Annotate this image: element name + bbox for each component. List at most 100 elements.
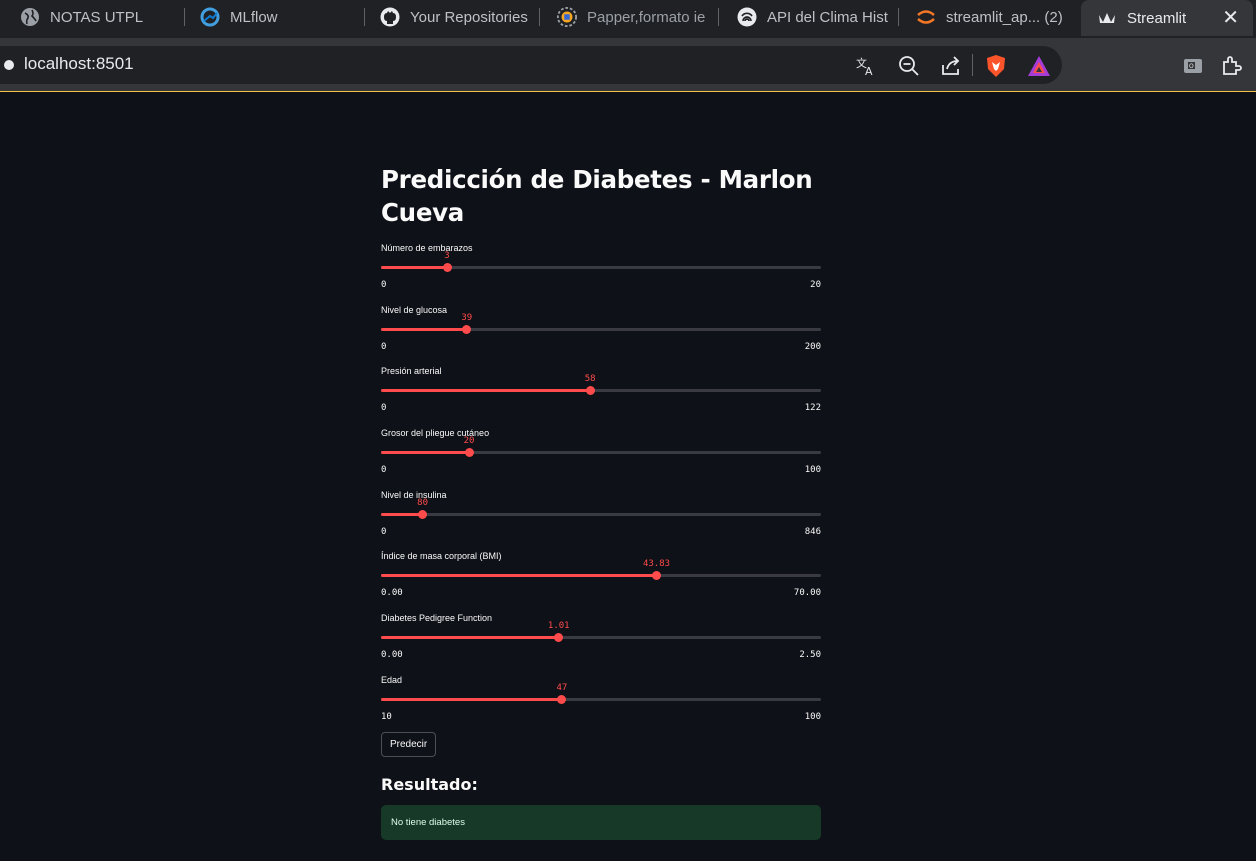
tab-papper-formato[interactable]: Papper,formato ie	[557, 0, 719, 34]
github-icon	[380, 7, 400, 27]
tab-separator	[184, 8, 185, 26]
slider-thumb[interactable]	[652, 571, 661, 581]
slider-track[interactable]: 80	[381, 498, 821, 519]
page-title: Predicción de Diabetes - Marlon Cueva	[381, 165, 813, 227]
slider-value: 1.01	[547, 621, 570, 632]
slider-min: 0	[381, 341, 387, 352]
slider-max: 2.50	[799, 650, 821, 661]
slider-fill	[381, 327, 467, 331]
slider-track[interactable]: 47	[381, 683, 821, 704]
zoom-out-icon[interactable]	[897, 54, 921, 78]
slider-fill	[381, 512, 423, 516]
slider-fill	[381, 636, 559, 640]
slider-thumb[interactable]	[554, 633, 564, 643]
slider-2: Presión arterial 58 0 122	[381, 366, 821, 428]
slider-label: Presión arterial	[381, 366, 442, 377]
slider-thumb[interactable]	[442, 263, 452, 272]
tab-title: Streamlit	[1127, 9, 1187, 27]
slider-fill	[381, 266, 447, 269]
slider-track[interactable]: 39	[381, 313, 821, 334]
tab-title: API del Clima Hist	[767, 8, 888, 26]
slider-label: Diabetes Pedigree Function	[381, 613, 493, 624]
slider-fill	[381, 697, 562, 701]
site-info-icon[interactable]	[4, 60, 14, 70]
slider-max: 100	[804, 465, 821, 476]
tab-title: Papper,formato ie	[587, 8, 706, 26]
browser-tab-bar: NOTAS UTPL MLflow Your Repositories Papp…	[0, 0, 1256, 38]
slider-fill	[381, 574, 657, 578]
slider-track[interactable]: 43.83	[381, 559, 821, 581]
slider-thumb[interactable]	[557, 694, 567, 704]
slider-min: 0	[381, 465, 387, 476]
slider-thumb[interactable]	[462, 324, 472, 334]
slider-track[interactable]: 3	[381, 251, 821, 272]
slider-thumb[interactable]	[464, 448, 474, 458]
url-text[interactable]: localhost:8501	[24, 54, 134, 74]
slider-label: Número de embarazos	[381, 243, 473, 253]
slider-thumb[interactable]	[418, 509, 428, 519]
mlflow-icon	[200, 7, 220, 27]
slider-min: 0	[381, 280, 387, 290]
brave-rewards-icon[interactable]	[1027, 54, 1051, 78]
slider-min: 0.00	[381, 588, 403, 599]
slider-value: 43.83	[642, 559, 671, 570]
slider-track[interactable]: 20	[381, 436, 821, 458]
slider-thumb[interactable]	[585, 386, 595, 396]
slider-7: Edad 47 10 100	[381, 675, 821, 737]
tab-title: streamlit_ap... (2)	[946, 8, 1063, 26]
tab-title: MLflow	[230, 8, 278, 26]
weather-api-icon	[737, 7, 757, 27]
slider-min: 0	[381, 526, 387, 537]
slider-list: Número de embarazos 3 0 20 Nivel de glucosa 3…	[381, 243, 821, 737]
tab-notas-utpl[interactable]: NOTAS UTPL	[20, 0, 185, 34]
slider-track[interactable]: 58	[381, 374, 821, 396]
slider-label: Índice de masa corporal (BMI)	[381, 551, 502, 562]
slider-5: Índice de masa corporal (BMI) 43.83 0.00 70…	[381, 551, 821, 613]
slider-min: 0	[381, 403, 387, 414]
slider-max: 100	[804, 711, 821, 722]
slider-1: Nivel de glucosa 39 0 200	[381, 305, 821, 367]
app-main: Predicción de Diabetes - Marlon Cueva Nú…	[381, 164, 821, 840]
slider-max: 846	[804, 526, 821, 537]
svg-text:A: A	[865, 65, 873, 77]
tab-streamlit[interactable]: Streamlit ✕	[1081, 0, 1253, 36]
slider-max: 20	[810, 280, 821, 290]
tab-your-repositories[interactable]: Your Repositories	[380, 0, 540, 34]
brave-shields-icon[interactable]	[984, 54, 1008, 78]
jupyter-icon	[916, 7, 936, 27]
tab-separator	[718, 8, 719, 26]
translate-icon[interactable]: 文A	[854, 54, 878, 78]
tab-title: Your Repositories	[410, 8, 528, 26]
slider-label: Edad	[381, 674, 403, 685]
tab-title: NOTAS UTPL	[50, 8, 144, 26]
wallet-icon[interactable]: O	[1182, 54, 1206, 78]
slider-value: 58	[584, 374, 596, 385]
paper-icon	[557, 7, 577, 27]
streamlit-icon	[1097, 8, 1117, 28]
tab-separator	[364, 8, 365, 26]
tab-mlflow[interactable]: MLflow	[200, 0, 365, 34]
slider-value: 80	[417, 497, 429, 508]
tab-separator	[539, 8, 540, 26]
slider-fill	[381, 389, 591, 393]
slider-value: 39	[461, 312, 473, 323]
slider-track[interactable]: 1.01	[381, 621, 821, 643]
tab-streamlit-app-notebook[interactable]: streamlit_ap... (2)	[916, 0, 1080, 34]
close-tab-icon[interactable]: ✕	[1222, 8, 1239, 28]
toolbar-divider	[972, 54, 973, 76]
share-icon[interactable]	[939, 54, 963, 78]
slider-4: Nivel de insulina 80 0 846	[381, 490, 821, 552]
slider-min: 0.00	[381, 650, 403, 661]
slider-max: 122	[804, 403, 821, 414]
predict-button[interactable]: Predecir	[381, 732, 437, 757]
globe-icon	[20, 7, 40, 27]
slider-max: 200	[804, 341, 821, 352]
slider-value: 3	[444, 251, 450, 261]
tab-api-del-clima[interactable]: API del Clima Hist	[737, 0, 899, 34]
slider-fill	[381, 451, 469, 455]
slider-value: 47	[556, 682, 568, 693]
result-text: No tiene diabetes	[391, 817, 465, 828]
extensions-icon[interactable]	[1219, 54, 1243, 78]
browser-toolbar: localhost:8501 文A O	[0, 38, 1256, 92]
slider-6: Diabetes Pedigree Function 1.01 0.00 2.50	[381, 613, 821, 675]
